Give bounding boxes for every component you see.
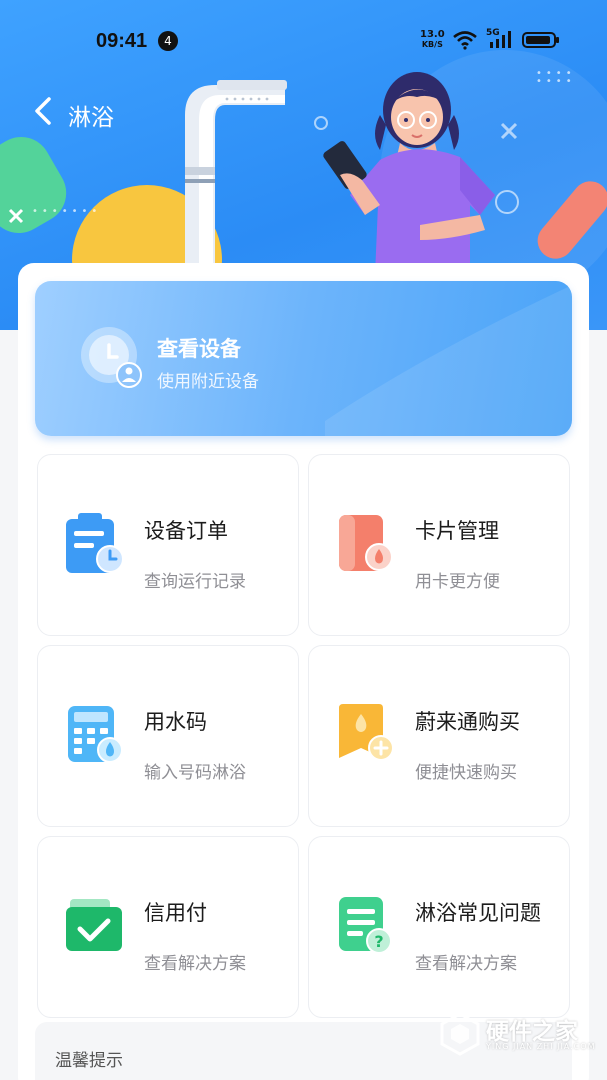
girl-illustration (323, 72, 495, 275)
page-title: 淋浴 (68, 105, 114, 131)
document-question-icon: ? (339, 897, 392, 954)
shower-illustration (185, 80, 287, 275)
keypad-drop-icon (68, 706, 123, 763)
notification-badge: 4 (158, 31, 178, 51)
credit-pay-tile[interactable]: 信用付 查看解决方案 (37, 836, 299, 1018)
bookmark-drop-plus-icon (339, 704, 394, 761)
decorative-cross-icon (8, 208, 24, 224)
device-orders-tile[interactable]: 设备订单 查询运行记录 (37, 454, 299, 636)
shower-faq-tile[interactable]: ? 淋浴常见问题 查看解决方案 (308, 836, 570, 1018)
chevron-left-icon[interactable] (32, 95, 54, 127)
view-device-title: 查看设备 (157, 337, 241, 361)
watermark: 硬件之家 YING JIAN ZHI JIA.COM (440, 1008, 600, 1060)
network-speed-unit: KB/S (421, 40, 443, 49)
decorative-leaf (0, 126, 78, 244)
weilaitong-purchase-tile[interactable]: 蔚来通购买 便捷快速购买 (308, 645, 570, 827)
tile-subtitle: 输入号码淋浴 (144, 763, 246, 783)
tile-title: 用水码 (144, 710, 207, 734)
decorative-wave (325, 285, 572, 436)
view-device-subtitle: 使用附近设备 (157, 372, 259, 392)
clock-user-icon (81, 327, 142, 388)
clipboard-clock-icon (66, 513, 124, 573)
water-code-tile[interactable]: 用水码 输入号码淋浴 (37, 645, 299, 827)
svg-text:?: ? (374, 932, 383, 951)
tile-title: 淋浴常见问题 (415, 901, 541, 925)
watermark-logo-icon (440, 1012, 480, 1056)
watermark-text: 硬件之家 (486, 1019, 578, 1045)
tile-subtitle: 查询运行记录 (144, 572, 246, 592)
tile-subtitle: 便捷快速购买 (415, 763, 517, 783)
tile-title: 卡片管理 (415, 519, 499, 543)
card-drop-icon (339, 515, 393, 571)
view-device-card[interactable]: 查看设备 使用附近设备 (35, 281, 572, 436)
tile-title: 蔚来通购买 (415, 710, 520, 734)
battery-icon (522, 32, 559, 48)
network-speed: 13.0 KB/S (420, 30, 445, 50)
signal-bars-icon (490, 31, 511, 48)
status-bar: 09:41 4 13.0 KB/S 5G (0, 0, 607, 80)
tile-title: 信用付 (144, 901, 207, 925)
tile-subtitle: 查看解决方案 (144, 954, 246, 974)
tips-title: 温馨提示 (55, 1051, 123, 1071)
tile-subtitle: 查看解决方案 (415, 954, 517, 974)
status-time: 09:41 (96, 30, 148, 52)
wallet-check-icon (66, 899, 122, 951)
tile-title: 设备订单 (144, 519, 228, 543)
network-speed-value: 13.0 (420, 29, 445, 40)
card-management-tile[interactable]: 卡片管理 用卡更方便 (308, 454, 570, 636)
decorative-dots: ••••••• (32, 206, 102, 217)
wifi-icon (453, 31, 477, 50)
status-icons: 5G (452, 28, 560, 50)
signal-icon: 5G (486, 28, 514, 50)
tile-subtitle: 用卡更方便 (415, 572, 500, 592)
watermark-subtext: YING JIAN ZHI JIA.COM (486, 1042, 596, 1051)
